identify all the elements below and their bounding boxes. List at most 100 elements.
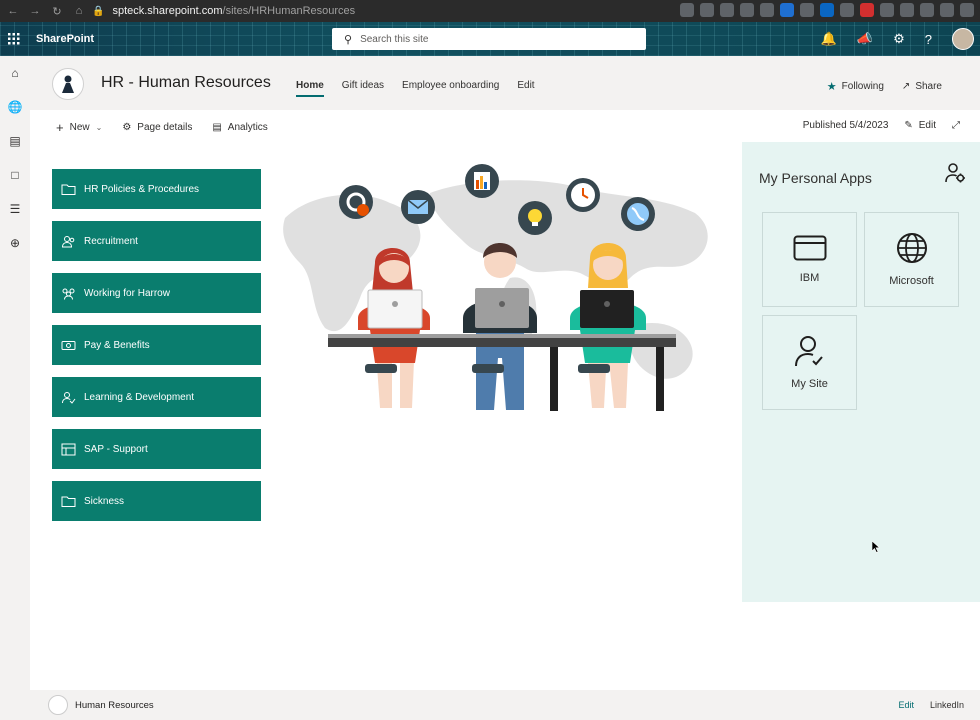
person-check-icon [794,335,826,370]
quick-link-sickness[interactable]: Sickness [52,481,261,521]
settings-icon[interactable] [880,3,894,17]
quick-link-label: HR Policies & Procedures [84,183,200,195]
avatar[interactable] [952,28,974,50]
share-button[interactable]: ↗ Share [902,80,942,93]
folder-icon [60,493,76,509]
url-path: /sites/HRHumanResources [222,5,356,17]
footer-edit-link[interactable]: Edit [898,700,914,710]
home-icon[interactable]: ⌂ [70,2,88,20]
site-title[interactable]: HR - Human Resources [101,74,271,92]
personal-apps-title: My Personal Apps [759,170,872,186]
forward-icon[interactable]: → [26,2,44,20]
command-bar: + New ⌄ ⚙ Page details ▤ Analytics Published… [30,110,980,142]
app-bar: ⌂ 🌐 ▤ □ ☰ ⊕ [0,56,30,720]
page-details-button[interactable]: ⚙ Page details [122,120,192,135]
footer-linkedin-link[interactable]: LinkedIn [930,700,964,710]
quick-link-learning-development[interactable]: Learning & Development [52,377,261,417]
site-header: HR - Human Resources Home Gift ideas Emp… [30,56,980,110]
laptops [367,288,634,329]
analytics-button[interactable]: ▤ Analytics [212,120,267,135]
nav-gift-ideas[interactable]: Gift ideas [342,80,384,97]
people-icon [60,233,76,249]
puzzle-icon[interactable] [900,3,914,17]
extension-icon[interactable] [780,3,794,17]
window-icon [793,235,827,264]
home-icon[interactable]: ⌂ [11,66,18,80]
bookmark-star-icon[interactable] [700,3,714,17]
quick-link-sap-support[interactable]: SAP - Support [52,429,261,469]
quick-link-working-for-harrow[interactable]: Working for Harrow [52,273,261,313]
file-icon[interactable]: □ [11,168,18,182]
share-page-icon[interactable] [680,3,694,17]
globe-icon[interactable]: 🌐 [8,100,23,114]
office-workers-image [283,164,708,411]
app-tile-label: IBM [799,272,820,284]
suite-bar: SharePoint ⚲ Search this site 🔔 📣 ⚙ ? [0,22,980,56]
search-input[interactable]: ⚲ Search this site [332,28,646,50]
footer-logo [48,695,68,715]
person-settings-icon[interactable] [944,162,966,184]
reload-icon[interactable]: ↻ [48,2,66,20]
app-tile-label: Microsoft [889,275,934,287]
mouse-cursor-icon [872,541,880,553]
new-button[interactable]: + New ⌄ [56,120,102,135]
search-placeholder: Search this site [360,33,429,45]
plus-icon: + [56,120,64,135]
app-tile-my-site[interactable]: My Site [762,315,857,410]
extension-icon[interactable] [820,3,834,17]
app-name[interactable]: SharePoint [36,33,94,45]
search-icon: ⚲ [344,33,353,46]
quick-link-hr-policies[interactable]: HR Policies & Procedures [52,169,261,209]
browser-toolbar: ← → ↻ ⌂ 🔒 spteck.sharepoint.com/sites/HR… [0,0,980,22]
list-icon[interactable]: ☰ [10,202,21,216]
menu-icon[interactable] [960,3,974,17]
extension-icon[interactable] [860,3,874,17]
extension-icon[interactable] [760,3,774,17]
app-launcher-icon[interactable] [0,22,28,56]
megaphone-icon[interactable]: 📣 [857,31,873,47]
personal-apps-panel: My Personal Apps IBM Microsoft My Site [742,142,980,602]
following-button[interactable]: ★ Following [827,80,884,93]
nav-edit[interactable]: Edit [517,80,534,97]
globe-icon [896,232,928,267]
published-status: Published 5/4/2023 [802,120,889,131]
back-icon[interactable]: ← [4,2,22,20]
quick-link-label: Pay & Benefits [84,339,150,351]
extension-icon[interactable] [720,3,734,17]
following-label: Following [841,81,884,92]
site-logo[interactable] [52,68,84,100]
app-tile-microsoft[interactable]: Microsoft [864,212,959,307]
extension-icon[interactable] [800,3,814,17]
url-host: spteck.sharepoint.com [112,5,223,17]
quick-link-label: Sickness [84,495,125,507]
nav-employee-onboarding[interactable]: Employee onboarding [402,80,499,97]
edit-button[interactable]: ✎ Edit [904,120,936,131]
extension-icon[interactable] [840,3,854,17]
extension-icon[interactable] [740,3,754,17]
page-details-label: Page details [137,122,193,133]
quick-link-recruitment[interactable]: Recruitment [52,221,261,261]
lock-icon: 🔒 [92,5,105,17]
star-icon: ★ [826,81,837,93]
expand-icon[interactable]: ⤢ [952,120,960,131]
app-tile-ibm[interactable]: IBM [762,212,857,307]
quick-link-label: Working for Harrow [84,287,170,299]
profile-icon[interactable] [940,3,954,17]
learning-icon [60,389,76,405]
notifications-icon[interactable]: 🔔 [821,31,837,47]
nav-home[interactable]: Home [296,80,324,97]
quick-link-pay-benefits[interactable]: Pay & Benefits [52,325,261,365]
money-icon [60,337,76,353]
suite-actions: 🔔 📣 ⚙ ? [821,22,980,56]
gear-icon[interactable]: ⚙ [893,31,905,47]
news-icon[interactable]: ▤ [9,134,20,148]
address-bar[interactable]: 🔒 spteck.sharepoint.com/sites/HRHumanRes… [92,2,652,20]
site-navigation: Home Gift ideas Employee onboarding Edit [296,80,535,97]
sidebar-icon[interactable] [920,3,934,17]
quick-link-label: Recruitment [84,235,138,247]
hero-illustration [280,158,720,414]
add-circle-icon[interactable]: ⊕ [10,236,20,250]
quick-link-label: SAP - Support [84,443,148,455]
edit-label: Edit [918,120,936,131]
help-icon[interactable]: ? [925,32,932,47]
